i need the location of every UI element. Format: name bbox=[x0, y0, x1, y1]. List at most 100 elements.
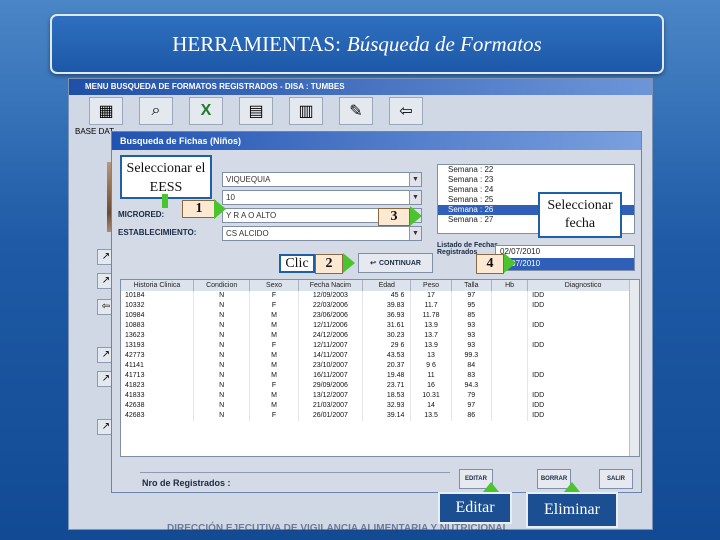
table-cell: 13193 bbox=[121, 341, 194, 351]
table-scrollbar[interactable] bbox=[629, 280, 639, 456]
table-cell: 14 bbox=[410, 401, 452, 411]
callout-editar: Editar bbox=[438, 492, 512, 524]
table-row[interactable]: 13193 N F 12/11/2007 29 6 13.9 93 IDD bbox=[121, 341, 639, 351]
table-row[interactable]: 41833 N M 13/12/2007 18.53 10.31 79 IDD bbox=[121, 391, 639, 401]
dates-list[interactable]: 02/07/2010 01/07/2010 bbox=[495, 245, 635, 271]
table-cell: 11.7 bbox=[410, 301, 452, 311]
column-header[interactable]: Sexo bbox=[249, 280, 299, 291]
table-cell: 21/03/2007 bbox=[298, 401, 364, 411]
column-header[interactable]: Talla bbox=[451, 280, 492, 291]
column-header[interactable]: Edad bbox=[362, 280, 412, 291]
form-icon[interactable]: ▥ bbox=[289, 97, 323, 125]
search-icon[interactable]: ⌕ bbox=[139, 97, 173, 125]
table-cell bbox=[491, 411, 529, 421]
table-cell: N bbox=[193, 301, 251, 311]
chevron-down-icon[interactable]: ▼ bbox=[409, 227, 421, 240]
table-row[interactable]: 42638 N M 21/03/2007 32.93 14 97 IDD bbox=[121, 401, 639, 411]
table-cell bbox=[527, 361, 639, 371]
table-cell: M bbox=[249, 331, 299, 341]
table-cell bbox=[491, 311, 529, 321]
table-cell: 83 bbox=[451, 371, 492, 381]
table-cell: N bbox=[193, 391, 251, 401]
table-row[interactable]: 42773 N M 14/11/2007 43.53 13 99.3 bbox=[121, 351, 639, 361]
table-cell: 11.78 bbox=[410, 311, 452, 321]
results-table: Historia Clinica Condicion Sexo Fecha Nacim… bbox=[120, 279, 640, 457]
table-cell bbox=[491, 371, 529, 381]
app-window-title: MENU BUSQUEDA DE FORMATOS REGISTRADOS - … bbox=[69, 79, 652, 95]
table-cell: 13.7 bbox=[410, 331, 452, 341]
line2-select[interactable]: 10 ▼ bbox=[222, 190, 422, 205]
excel-icon[interactable]: X bbox=[189, 97, 223, 125]
column-header[interactable]: Hb bbox=[491, 280, 529, 291]
chevron-down-icon[interactable]: ▼ bbox=[409, 173, 421, 186]
establecimiento-select-value: CS ALCIDO bbox=[226, 229, 269, 238]
table-cell: 22/03/2006 bbox=[298, 301, 364, 311]
table-cell: 84 bbox=[451, 361, 492, 371]
table-cell: 41833 bbox=[121, 391, 194, 401]
week-item[interactable]: Semana : 23 bbox=[438, 175, 634, 185]
table-cell: 12/11/2007 bbox=[298, 341, 364, 351]
dates-label-line1: Listado de Fechas bbox=[437, 242, 499, 249]
table-cell: 13 bbox=[410, 351, 452, 361]
week-item[interactable]: Semana : 22 bbox=[438, 165, 634, 175]
table-cell bbox=[491, 401, 529, 411]
table-cell: 94.3 bbox=[451, 381, 492, 391]
edit-icon[interactable]: ✎ bbox=[339, 97, 373, 125]
table-cell: IDD bbox=[527, 401, 639, 411]
register-icon[interactable]: ▦ bbox=[89, 97, 123, 125]
table-cell: 29/09/2006 bbox=[298, 381, 364, 391]
table-row[interactable]: 13623 N M 24/12/2006 30.23 13.7 93 bbox=[121, 331, 639, 341]
table-row[interactable]: 10883 N M 12/11/2006 31.61 13.9 93 IDD bbox=[121, 321, 639, 331]
continuar-button[interactable]: ↩ CONTINUAR bbox=[358, 253, 433, 273]
callout-clic: Clic bbox=[279, 254, 315, 273]
red-select[interactable]: VIQUEQUIA ▼ bbox=[222, 172, 422, 187]
table-cell: 13.9 bbox=[410, 341, 452, 351]
arrow-shaft bbox=[162, 194, 168, 208]
table-cell bbox=[491, 321, 529, 331]
table-cell: 13.5 bbox=[410, 411, 452, 421]
table-row[interactable]: 41141 N M 23/10/2007 20.37 9 6 84 bbox=[121, 361, 639, 371]
table-cell: 95 bbox=[451, 301, 492, 311]
table-row[interactable]: 10332 N F 22/03/2006 39.83 11.7 95 IDD bbox=[121, 301, 639, 311]
table-cell: M bbox=[249, 391, 299, 401]
establecimiento-select[interactable]: CS ALCIDO ▼ bbox=[222, 226, 422, 241]
table-cell bbox=[491, 341, 529, 351]
chevron-down-icon[interactable]: ▼ bbox=[409, 191, 421, 204]
table-cell: 13.9 bbox=[410, 321, 452, 331]
table-cell: M bbox=[249, 361, 299, 371]
table-row[interactable]: 41713 N M 16/11/2007 19.48 11 83 IDD bbox=[121, 371, 639, 381]
table-cell: 29 6 bbox=[362, 341, 412, 351]
table-cell: 43.53 bbox=[362, 351, 412, 361]
line2-select-value: 10 bbox=[226, 193, 235, 202]
table-cell: 41141 bbox=[121, 361, 194, 371]
column-header[interactable]: Diagnostico bbox=[527, 280, 639, 291]
exit-door-icon[interactable]: ⇦ bbox=[389, 97, 423, 125]
table-cell: F bbox=[249, 341, 299, 351]
nro-registrados-label: Nro de Registrados : bbox=[142, 478, 231, 488]
table-cell bbox=[527, 331, 639, 341]
table-cell: N bbox=[193, 381, 251, 391]
table-cell: 16 bbox=[410, 381, 452, 391]
table-row[interactable]: 42683 N F 26/01/2007 39.14 13.5 86 IDD bbox=[121, 411, 639, 421]
date-item-selected[interactable]: 01/07/2010 bbox=[496, 258, 634, 270]
table-cell: IDD bbox=[527, 391, 639, 401]
table-cell bbox=[527, 311, 639, 321]
table-row[interactable]: 41823 N F 29/09/2006 23.71 16 94.3 bbox=[121, 381, 639, 391]
date-item[interactable]: 02/07/2010 bbox=[496, 246, 634, 258]
column-header[interactable]: Peso bbox=[410, 280, 452, 291]
table-cell: F bbox=[249, 291, 299, 301]
step-badge-3: 3 bbox=[378, 208, 410, 226]
document-icon[interactable]: ▤ bbox=[239, 97, 273, 125]
table-cell: 36.93 bbox=[362, 311, 412, 321]
table-row[interactable]: 10984 N M 23/06/2006 36.93 11.78 85 bbox=[121, 311, 639, 321]
salir-button[interactable]: SALIR bbox=[599, 469, 633, 489]
table-cell: N bbox=[193, 291, 251, 301]
column-header[interactable]: Historia Clinica bbox=[121, 280, 194, 291]
table-cell: 20.37 bbox=[362, 361, 412, 371]
column-header[interactable]: Condicion bbox=[193, 280, 251, 291]
table-cell: 10.31 bbox=[410, 391, 452, 401]
table-cell: 30.23 bbox=[362, 331, 412, 341]
column-header[interactable]: Fecha Nacim bbox=[298, 280, 364, 291]
table-cell: 10332 bbox=[121, 301, 194, 311]
table-row[interactable]: 10184 N F 12/09/2003 45 6 17 97 IDD bbox=[121, 291, 639, 301]
